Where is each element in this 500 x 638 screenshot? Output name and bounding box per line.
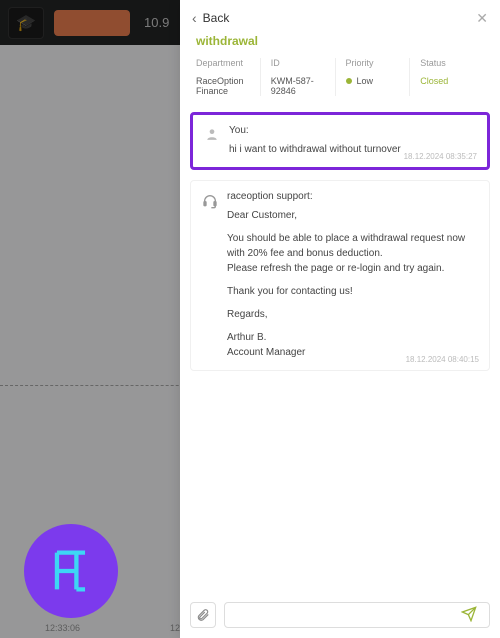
support-author: raceoption support: [227, 191, 479, 202]
user-timestamp: 18.12.2024 08:35:27 [404, 152, 477, 161]
close-icon[interactable]: ✕ [476, 10, 488, 27]
back-button[interactable]: Back [203, 11, 230, 25]
id-label: ID [271, 58, 335, 68]
ticket-panel: ‹ Back ✕ withdrawal Department RaceOptio… [180, 0, 500, 638]
support-timestamp: 18.12.2024 08:40:15 [406, 355, 479, 364]
bg-orange-button [54, 10, 130, 36]
back-chevron-icon[interactable]: ‹ [192, 10, 197, 26]
department-label: Department [196, 58, 260, 68]
department-value: RaceOption Finance [196, 76, 260, 96]
message-input[interactable] [233, 610, 457, 621]
priority-label: Priority [346, 58, 410, 68]
message-input-box[interactable] [224, 602, 490, 628]
support-icon [201, 191, 219, 360]
meta-department: Department RaceOption Finance [196, 58, 260, 96]
priority-value: Low [346, 76, 410, 86]
send-button[interactable] [457, 606, 481, 625]
priority-dot-icon [346, 78, 352, 84]
composer [180, 592, 500, 638]
brand-logo [24, 524, 118, 618]
bg-education-icon: 🎓 [8, 7, 44, 39]
panel-header: ‹ Back ✕ [180, 0, 500, 34]
meta-status: Status Closed [409, 58, 484, 96]
id-value: KWM-587-92846 [271, 76, 335, 96]
message-user: You: hi i want to withdrawal without tur… [190, 112, 490, 170]
conversation: You: hi i want to withdrawal without tur… [180, 112, 500, 592]
status-label: Status [420, 58, 484, 68]
user-icon [203, 125, 221, 157]
message-support: raceoption support: Dear Customer, You s… [190, 180, 490, 371]
user-author: You: [229, 125, 477, 136]
meta-priority: Priority Low [335, 58, 410, 96]
ticket-title: withdrawal [180, 34, 500, 58]
support-text: Dear Customer, You should be able to pla… [227, 208, 479, 360]
bg-number: 10.9 [144, 15, 169, 30]
ticket-meta: Department RaceOption Finance ID KWM-587… [180, 58, 500, 112]
status-value: Closed [420, 76, 484, 86]
attach-button[interactable] [190, 602, 216, 628]
meta-id: ID KWM-587-92846 [260, 58, 335, 96]
